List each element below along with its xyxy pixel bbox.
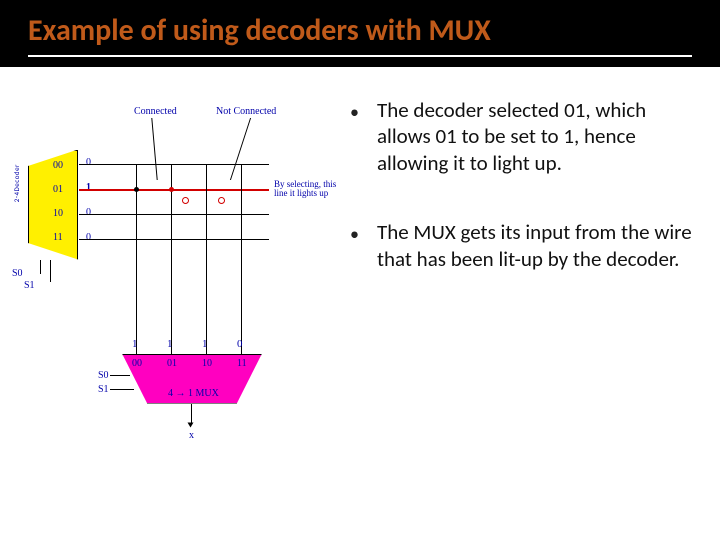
title-underline [28,55,692,57]
mux-in-11: 11 [237,358,247,369]
mux-top-0: 1 [132,338,138,350]
open-node-1 [182,197,189,204]
decoder-caption: 2-4Decoder [12,164,21,202]
dec-out-3: 0 [86,232,91,243]
mux-in-01: 01 [167,358,177,369]
diagram-column: Connected Not Connected 2-4Decoder 00 01… [0,97,340,457]
mux-sel-s1: S1 [98,384,109,395]
dec-sel-s1: S1 [24,280,35,291]
bullet-icon: • [350,223,359,273]
mux-output-label: x [189,430,194,441]
arrow-down-icon [188,422,194,427]
mux-top-2: 1 [202,338,208,350]
dec-in-10: 10 [53,208,63,219]
bullet-icon: • [350,101,359,178]
mux-sel-s0: S0 [98,370,109,381]
node-2 [169,187,174,192]
dec-out-2: 0 [86,207,91,218]
node-1 [134,187,139,192]
content-area: Connected Not Connected 2-4Decoder 00 01… [0,67,720,457]
bullet-item: • The decoder selected 01, which allows … [350,97,700,178]
dec-in-11: 11 [53,232,63,243]
bullet-text: The MUX gets its input from the wire tha… [377,219,700,273]
dec-out-0: 0 [86,157,91,168]
bullets-column: • The decoder selected 01, which allows … [340,97,700,457]
mux-top-1: 1 [167,338,173,350]
page-title: Example of using decoders with MUX [28,14,692,49]
decoder-mux-diagram: Connected Not Connected 2-4Decoder 00 01… [6,102,336,452]
open-node-2 [218,197,225,204]
mux-in-10: 10 [202,358,212,369]
dec-in-00: 00 [53,160,63,171]
dec-out-1: 1 [86,182,91,193]
mux-caption: 4 → 1 MUX [168,388,219,399]
side-note: By selecting, this line it lights up [274,180,338,200]
dec-in-01: 01 [53,184,63,195]
label-not-connected: Not Connected [216,106,276,117]
dec-sel-s0: S0 [12,268,23,279]
mux-in-00: 00 [132,358,142,369]
title-bar: Example of using decoders with MUX [0,0,720,67]
bullet-item: • The MUX gets its input from the wire t… [350,219,700,273]
label-connected: Connected [134,106,177,117]
bullet-text: The decoder selected 01, which allows 01… [377,97,700,178]
mux-top-3: 0 [237,338,243,350]
